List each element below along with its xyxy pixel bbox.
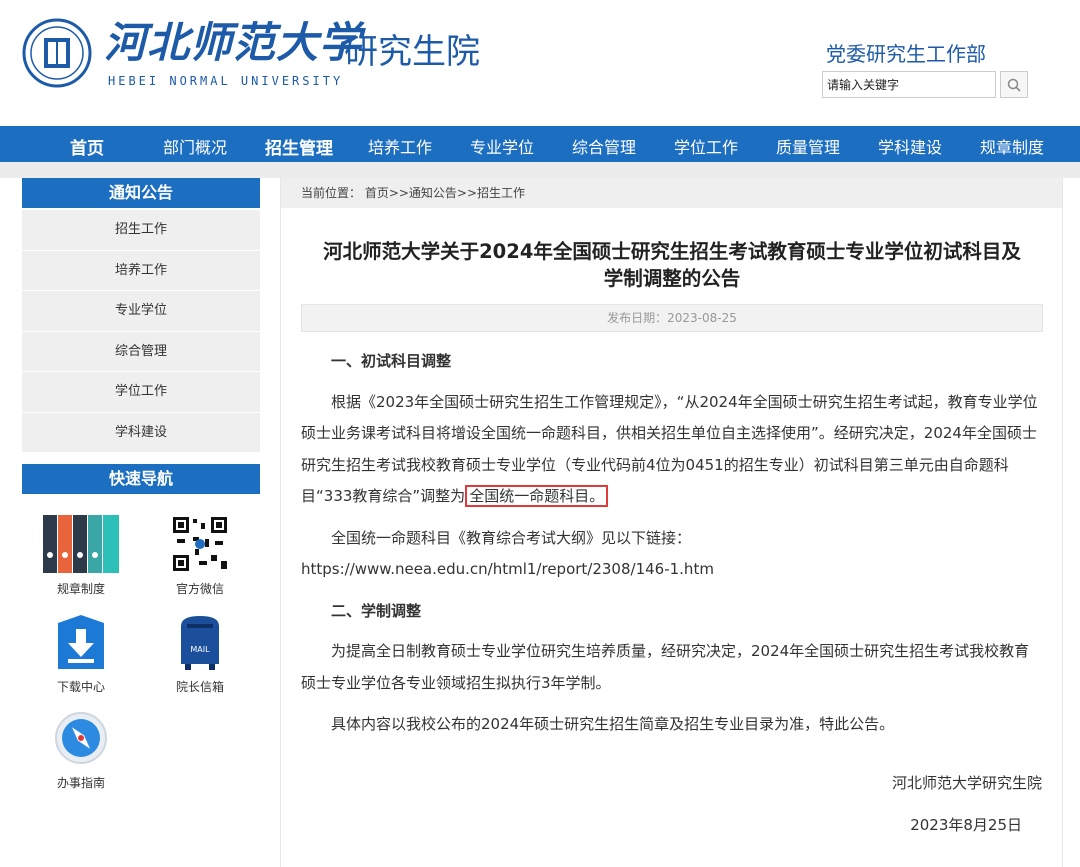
nav-degree-work[interactable]: 学位工作 <box>674 134 738 158</box>
search-button[interactable] <box>1000 71 1028 98</box>
nav-discipline[interactable]: 学科建设 <box>878 134 942 158</box>
highlighted-text: 全国统一命题科目。 <box>465 485 609 507</box>
svg-text:MAIL: MAIL <box>190 645 210 654</box>
site-header: 河北师范大学 HEBEI NORMAL UNIVERSITY 研究生院 党委研究… <box>0 0 1080 126</box>
signature-date: 2023年8月25日 <box>910 816 1022 834</box>
paragraph-4: 具体内容以我校公布的2024年硕士研究生招生简章及招生专业目录为准，特此公告。 <box>331 715 895 733</box>
nav-home[interactable]: 首页 <box>70 134 104 159</box>
quick-label: 规章制度 <box>56 582 105 596</box>
article-title-line1: 河北师范大学关于2024年全国硕士研究生招生考试教育硕士专业学位初试科目及 <box>323 240 1021 263</box>
qr-code-icon <box>171 515 229 573</box>
search-icon <box>1007 78 1021 92</box>
compass-icon <box>55 712 107 764</box>
article-panel: 当前位置： 首页>>通知公告>>招生工作 河北师范大学关于2024年全国硕士研究… <box>280 178 1063 867</box>
nav-regulations[interactable]: 规章制度 <box>980 134 1044 158</box>
quick-link-wechat[interactable]: 官方微信 <box>155 512 245 597</box>
sidebar-item-general-management[interactable]: 综合管理 <box>22 331 260 372</box>
sidebar-item-training[interactable]: 培养工作 <box>22 250 260 291</box>
logo-chinese-name: 河北师范大学 <box>104 18 363 67</box>
quick-link-president-mailbox[interactable]: MAIL 院长信箱 <box>155 610 245 695</box>
sidebar-quick-title: 快速导航 <box>22 464 260 494</box>
logo-graduate-school: 研究生院 <box>344 32 480 72</box>
article-body: 一、初试科目调整 根据《2023年全国硕士研究生招生工作管理规定》，“从2024… <box>301 346 1043 741</box>
quick-link-regulations[interactable]: 规章制度 <box>36 512 126 597</box>
quick-label: 官方微信 <box>175 582 224 596</box>
sidebar-notice-title: 通知公告 <box>22 178 260 208</box>
section-heading-1: 一、初试科目调整 <box>331 352 452 370</box>
exam-outline-link[interactable]: https://www.neea.edu.cn/html1/report/230… <box>301 554 1043 586</box>
quick-label: 院长信箱 <box>175 680 224 694</box>
publish-date: 发布日期：2023-08-25 <box>301 304 1043 332</box>
quick-label: 办事指南 <box>56 776 105 790</box>
quick-label: 下载中心 <box>56 680 105 694</box>
nav-admissions[interactable]: 招生管理 <box>265 134 333 159</box>
section-heading-2: 二、学制调整 <box>331 601 422 620</box>
paragraph-1: 根据《2023年全国硕士研究生招生工作管理规定》，“从2024年全国硕士研究生招… <box>301 387 1043 513</box>
nav-general-management[interactable]: 综合管理 <box>572 134 636 158</box>
sidebar-item-professional-degree[interactable]: 专业学位 <box>22 291 260 332</box>
nav-professional-degree[interactable]: 专业学位 <box>470 134 534 158</box>
sidebar-notice-list: 招生工作 培养工作 专业学位 综合管理 学位工作 学科建设 <box>22 210 260 453</box>
nav-quality[interactable]: 质量管理 <box>776 134 840 158</box>
sidebar-item-discipline[interactable]: 学科建设 <box>22 412 260 453</box>
paragraph-2: 全国统一命题科目《教育综合考试大纲》见以下链接： <box>331 528 692 547</box>
paragraph-3: 为提高全日制教育硕士专业学位研究生培养质量，经研究决定，2024年全国硕士研究生… <box>301 642 1030 692</box>
nav-about[interactable]: 部门概况 <box>163 134 227 158</box>
quick-link-download[interactable]: 下载中心 <box>36 610 126 695</box>
logo-english-name: HEBEI NORMAL UNIVERSITY <box>108 74 344 88</box>
mailbox-icon: MAIL <box>181 616 219 670</box>
search-input[interactable] <box>822 71 996 98</box>
department-title[interactable]: 党委研究生工作部 <box>826 38 986 67</box>
download-icon <box>58 615 104 669</box>
sidebar-item-degree-work[interactable]: 学位工作 <box>22 372 260 413</box>
quick-link-service-guide[interactable]: 办事指南 <box>36 706 126 791</box>
signature-organization: 河北师范大学研究生院 <box>891 774 1042 792</box>
main-nav: 首页 部门概况 招生管理 培养工作 专业学位 综合管理 学位工作 质量管理 学科… <box>0 126 1080 162</box>
binders-icon <box>43 515 119 573</box>
article-title: 河北师范大学关于2024年全国硕士研究生招生考试教育硕士专业学位初试科目及 学制… <box>301 238 1043 292</box>
nav-training[interactable]: 培养工作 <box>368 134 432 158</box>
breadcrumb[interactable]: 当前位置： 首页>>通知公告>>招生工作 <box>281 178 1062 208</box>
university-seal-icon <box>22 18 92 88</box>
sidebar-item-admissions[interactable]: 招生工作 <box>22 210 260 251</box>
paragraph-1-text: 根据《2023年全国硕士研究生招生工作管理规定》，“从2024年全国硕士研究生招… <box>301 392 1038 506</box>
nav-shadow-band <box>0 162 1080 178</box>
article-title-line2: 学制调整的公告 <box>603 267 741 290</box>
